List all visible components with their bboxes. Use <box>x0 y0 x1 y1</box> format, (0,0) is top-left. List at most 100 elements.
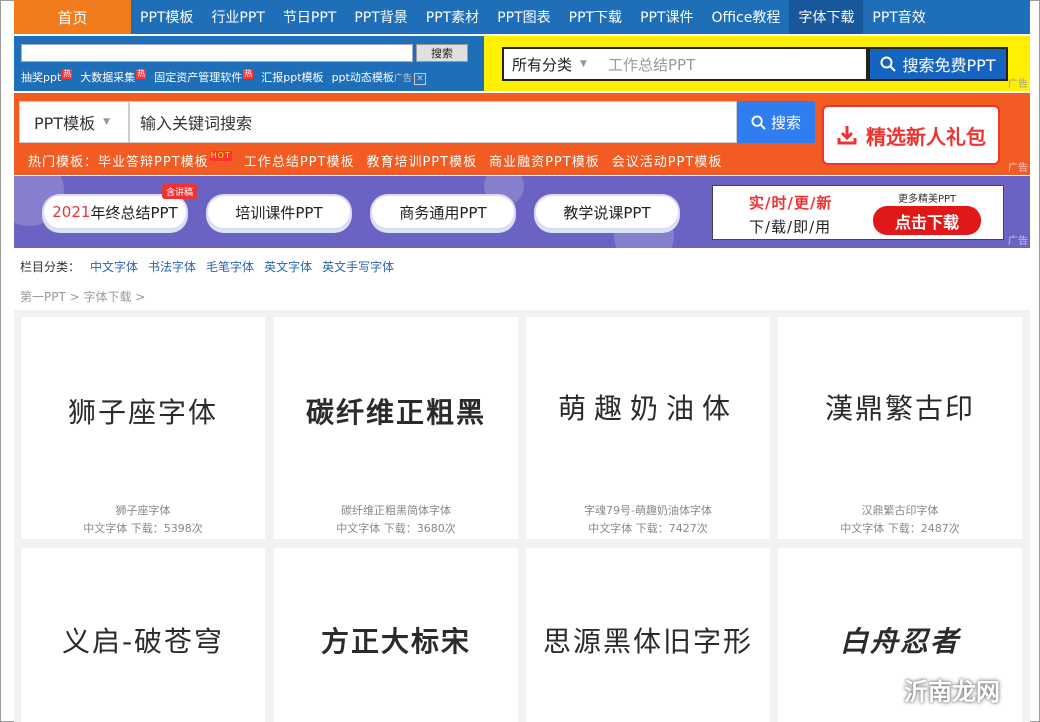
pill-label: 商务通用PPT <box>399 203 487 222</box>
nav-item[interactable]: PPT音效 <box>863 0 934 34</box>
font-card[interactable]: 思源黑体旧字形 <box>526 548 770 722</box>
search-link[interactable]: 大数据采集热 <box>80 69 147 85</box>
font-name[interactable]: 狮子座字体 <box>21 502 265 518</box>
font-preview: 方正大标宋 <box>320 625 471 658</box>
nav-item[interactable]: PPT模板 <box>131 0 202 34</box>
ad-label: 广告 <box>1008 236 1028 247</box>
pill-badge: 含讲稿 <box>162 184 198 199</box>
top-nav: 首页 PPT模板 行业PPT 节日PPT PPT背景 PPT素材 PPT图表 P… <box>14 0 1030 34</box>
banner-pill[interactable]: 培训课件PPT <box>206 194 352 230</box>
free-search-panel: 所有分类 ▼ 工作总结PPT 搜索免费PPT 广告 <box>484 36 1030 91</box>
search-row: 搜索 抽奖ppt 热 大数据采集热 固定资产管理软件热 汇报ppt模板 ppt动态… <box>14 36 1030 91</box>
font-card[interactable]: 义启-破苍穹 <box>21 548 265 722</box>
ad-line-2: 下/载/即/用 <box>749 218 832 236</box>
font-name[interactable]: 字魂79号-萌趣奶油体字体 <box>526 502 770 518</box>
link-text: 大数据采集 <box>80 71 136 84</box>
font-meta: 中文字体 下载：3680次 <box>274 520 518 536</box>
top-search-panel: 搜索 抽奖ppt 热 大数据采集热 固定资产管理软件热 汇报ppt模板 ppt动态… <box>14 36 484 91</box>
search-icon <box>880 56 897 72</box>
hot-link[interactable]: 商业融资PPT模板 <box>489 151 600 170</box>
category-filter-label: 栏目分类： <box>20 260 81 274</box>
category-link[interactable]: 英文字体 <box>264 258 312 275</box>
font-downloads: 下载：5398次 <box>130 522 203 535</box>
hot-link[interactable]: 会议活动PPT模板 <box>612 151 723 170</box>
ad-label: 广告 <box>1008 79 1028 90</box>
hot-link[interactable]: 教育培训PPT模板 <box>366 151 477 170</box>
font-preview: 思源黑体旧字形 <box>542 625 753 658</box>
top-search-input[interactable] <box>21 44 413 62</box>
category-link[interactable]: 书法字体 <box>148 258 196 275</box>
nav-item[interactable]: PPT课件 <box>631 0 702 34</box>
font-card[interactable]: 萌趣奶油体 字魂79号-萌趣奶油体字体 中文字体 下载：7427次 <box>526 317 770 539</box>
font-card[interactable]: 狮子座字体 狮子座字体 中文字体 下载：5398次 <box>21 317 265 539</box>
nav-item[interactable]: 节日PPT <box>274 0 345 34</box>
ad-line-1: 实/时/更/新 <box>749 194 833 212</box>
nav-item[interactable]: PPT图表 <box>488 0 559 34</box>
nav-item[interactable]: PPT下载 <box>560 0 631 34</box>
template-search-button-label: 搜索 <box>770 113 801 132</box>
hot-link[interactable]: 工作总结PPT模板 <box>244 151 355 170</box>
search-link[interactable]: ppt动态模板广告 ✕ <box>332 69 426 85</box>
font-card[interactable]: 碳纤维正粗黑 碳纤维正粗黑简体字体 中文字体 下载：3680次 <box>274 317 518 539</box>
font-meta: 中文字体 下载：5398次 <box>21 520 265 536</box>
hot-templates: 热门模板：毕业答辩PPT模板 HOT 工作总结PPT模板 教育培训PPT模板 商业… <box>28 151 722 170</box>
banner-ad[interactable]: 实/时/更/新 下/载/即/用 更多精美PPT 点击下载 <box>712 185 1004 240</box>
template-search-input[interactable]: 输入关键词搜索 <box>129 101 737 143</box>
gift-pack-label: 精选新人礼包 <box>866 124 986 149</box>
font-preview: 义启-破苍穹 <box>61 625 225 658</box>
chevron-down-icon: ▼ <box>580 59 587 69</box>
font-downloads: 下载：2487次 <box>887 522 960 535</box>
download-icon <box>837 126 857 145</box>
font-preview: 白舟忍者 <box>839 625 960 658</box>
category-link[interactable]: 毛笔字体 <box>206 258 254 275</box>
top-search-button[interactable]: 搜索 <box>416 44 468 62</box>
nav-item[interactable]: PPT背景 <box>345 0 416 34</box>
nav-item-active[interactable]: 字体下载 <box>789 0 864 34</box>
ad-download-button[interactable]: 点击下载 <box>873 206 981 235</box>
free-search-input[interactable]: 工作总结PPT <box>598 47 868 81</box>
search-icon <box>751 114 766 130</box>
hot-label-text: 热门模板： <box>28 155 99 170</box>
free-search-button[interactable]: 搜索免费PPT <box>868 47 1008 81</box>
hot-link[interactable]: 毕业答辩PPT模板 <box>98 155 209 170</box>
search-link[interactable]: 固定资产管理软件热 <box>154 69 254 85</box>
font-meta: 中文字体 下载：7427次 <box>526 520 770 536</box>
banner-pill[interactable]: 商务通用PPT <box>370 194 516 230</box>
banner-pill[interactable]: 2021 年终总结PPT <box>42 194 188 230</box>
nav-item[interactable]: PPT素材 <box>417 0 488 34</box>
font-name[interactable]: 碳纤维正粗黑简体字体 <box>274 502 518 518</box>
font-preview: 漢鼎繁古印 <box>824 392 975 425</box>
font-downloads: 下载：7427次 <box>635 522 708 535</box>
search-link[interactable]: 汇报ppt模板 <box>261 69 323 85</box>
gift-pack-button[interactable]: 精选新人礼包 <box>822 105 1000 165</box>
link-text: ppt动态模板 <box>331 71 394 84</box>
category-select[interactable]: 所有分类 ▼ <box>502 47 600 81</box>
category-link[interactable]: 英文手写字体 <box>322 258 394 275</box>
template-search-button[interactable]: 搜索 <box>737 101 815 143</box>
font-preview: 狮子座字体 <box>67 396 218 429</box>
font-category: 中文字体 <box>336 522 381 535</box>
link-text: 固定资产管理软件 <box>154 71 243 84</box>
breadcrumb[interactable]: 第一PPT > 字体下载 > <box>20 288 145 305</box>
font-card[interactable]: 漢鼎繁古印 汉鼎繁古印字体 中文字体 下载：2487次 <box>778 317 1022 539</box>
hot-templates-label: 热门模板：毕业答辩PPT模板 HOT <box>28 151 232 170</box>
nav-item[interactable]: Office教程 <box>703 0 790 34</box>
category-link[interactable]: 中文字体 <box>90 258 138 275</box>
template-search-bar: PPT模板 ▼ 输入关键词搜索 搜索 精选新人礼包 热门模板：毕业答辩PPT模板 H… <box>14 93 1030 175</box>
nav-home[interactable]: 首页 <box>14 0 131 34</box>
template-category-select[interactable]: PPT模板 ▼ <box>19 101 129 143</box>
banner-pill[interactable]: 教学说课PPT <box>534 194 680 230</box>
nav-item[interactable]: 行业PPT <box>202 0 273 34</box>
pill-year: 2021 <box>52 203 91 221</box>
ad-label: 广告 <box>1008 163 1028 174</box>
category-filter: 栏目分类： 中文字体 书法字体 毛笔字体 英文字体 英文手写字体 <box>20 258 394 275</box>
search-link[interactable]: 抽奖ppt 热 <box>21 69 73 85</box>
close-icon[interactable]: ✕ <box>413 73 426 85</box>
watermark: 沂南龙网 <box>904 678 1000 706</box>
font-category: 中文字体 <box>588 522 633 535</box>
font-name[interactable]: 汉鼎繁古印字体 <box>778 502 1022 518</box>
pill-label: 教学说课PPT <box>563 203 651 222</box>
font-preview: 碳纤维正粗黑 <box>305 396 486 429</box>
font-card[interactable]: 方正大标宋 <box>274 548 518 722</box>
hot-badge: 热 <box>62 69 73 79</box>
